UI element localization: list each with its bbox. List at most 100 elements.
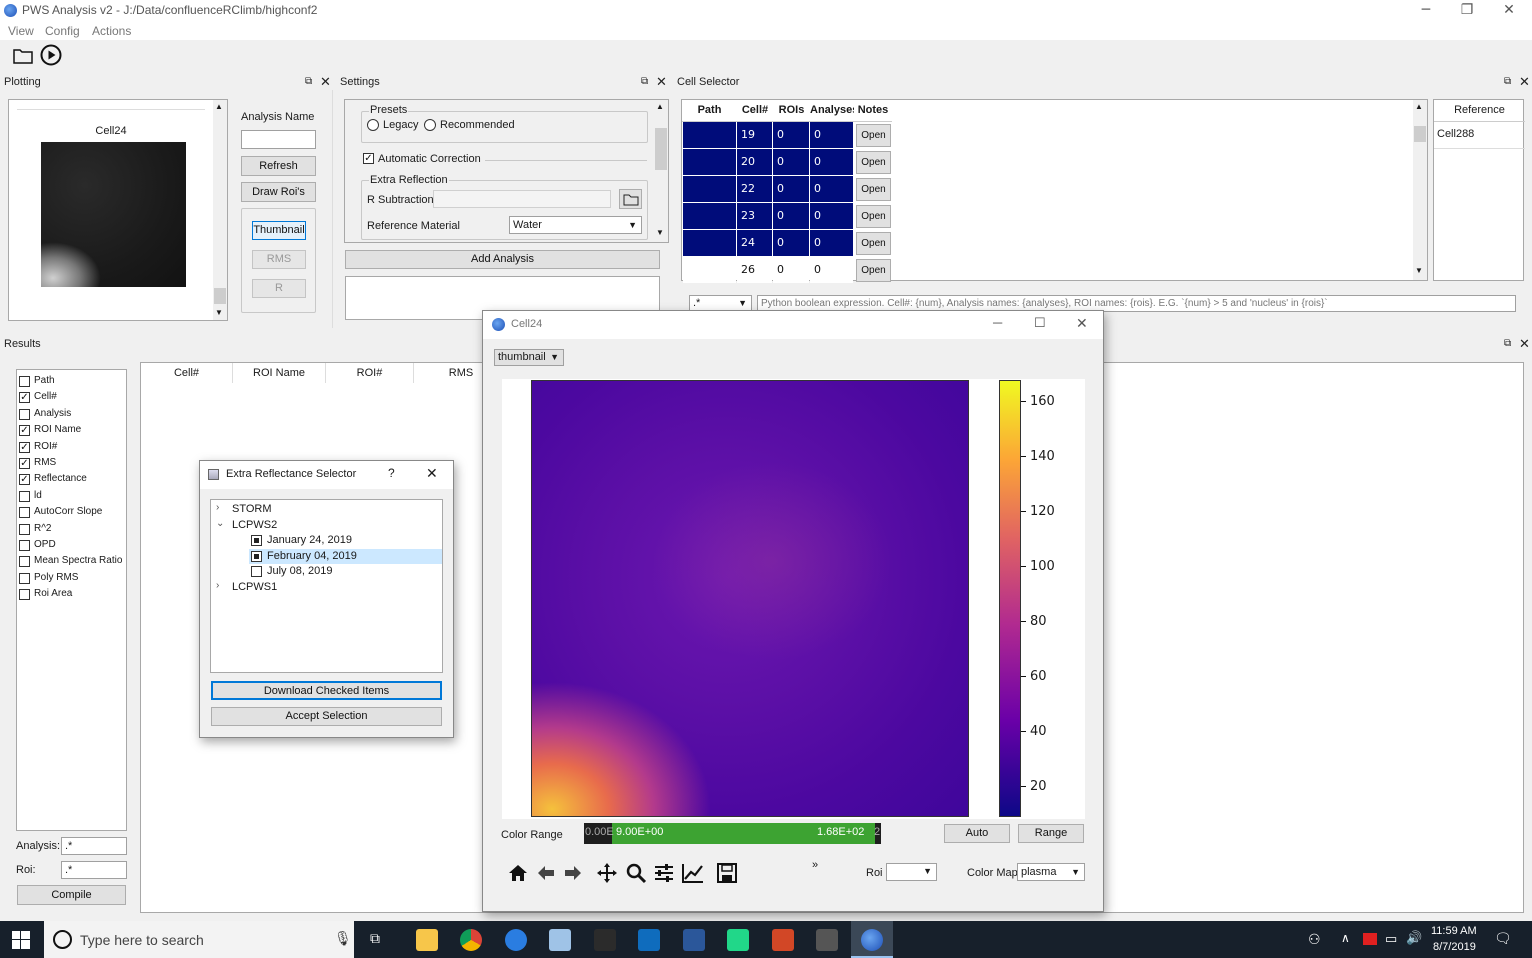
add-analysis-button[interactable]: Add Analysis <box>345 250 660 269</box>
minimize-button[interactable]: ─ <box>1406 0 1446 22</box>
zoom-button[interactable] <box>625 862 647 887</box>
list-item[interactable]: ✓ Reflectance <box>19 473 127 487</box>
word-icon[interactable] <box>683 929 705 951</box>
maps-icon[interactable] <box>505 929 527 951</box>
close-icon[interactable]: ✕ <box>1519 74 1530 90</box>
column-checkbox[interactable] <box>19 572 30 584</box>
people-icon[interactable]: ⚇ <box>1308 931 1321 948</box>
column-checkbox[interactable] <box>19 408 30 420</box>
scroll-up-icon[interactable]: ▲ <box>656 102 664 111</box>
cell-analyses[interactable]: 0 <box>810 122 853 148</box>
configure-subplots-button[interactable] <box>653 862 675 887</box>
tree-item[interactable]: February 04, 2019 <box>249 548 442 564</box>
compile-button[interactable]: Compile <box>17 885 126 905</box>
scroll-up-icon[interactable]: ▲ <box>1415 102 1423 111</box>
open-folder-button[interactable] <box>12 45 34 65</box>
list-item[interactable]: ld <box>19 490 127 504</box>
float-icon[interactable]: ⧉ <box>1504 338 1511 349</box>
cell-path[interactable] <box>683 257 736 283</box>
open-notes-button[interactable]: Open <box>856 259 891 282</box>
dialog-close-button[interactable]: ✕ <box>426 465 438 482</box>
antivirus-icon[interactable] <box>1363 933 1377 945</box>
color-range-slider[interactable]: 0.00E 9.00E+00 1.68E+02 2 <box>584 823 881 844</box>
pws-analysis-taskbar-button[interactable] <box>851 921 893 958</box>
column-checkbox[interactable]: ✓ <box>19 458 30 469</box>
column-checkbox[interactable] <box>19 589 30 601</box>
analysis-name-input[interactable] <box>241 130 316 149</box>
table-row[interactable]: 19 0 0 Open <box>682 122 892 149</box>
tree-item[interactable]: ⌄ LCPWS2 <box>211 518 442 533</box>
cell-rois[interactable]: 0 <box>773 122 809 148</box>
cell-number[interactable]: 24 <box>737 230 772 256</box>
more-tools-button[interactable]: » <box>812 859 818 871</box>
menu-view[interactable]: View <box>8 24 34 38</box>
open-notes-button[interactable]: Open <box>856 151 891 174</box>
cell-number[interactable]: 23 <box>737 203 772 229</box>
cell-rois[interactable]: 0 <box>773 230 809 256</box>
open-notes-button[interactable]: Open <box>856 178 891 201</box>
chevron-right-icon[interactable]: › <box>216 580 219 591</box>
file-explorer-icon[interactable] <box>416 929 438 951</box>
tree-item[interactable]: January 24, 2019 <box>249 533 442 548</box>
col-notes[interactable]: Notes <box>854 104 892 116</box>
cell-analyses[interactable]: 0 <box>810 176 853 202</box>
menu-actions[interactable]: Actions <box>92 24 131 38</box>
list-item[interactable]: ✓ RMS <box>19 457 127 471</box>
analysis-filter-input[interactable]: .* <box>61 837 127 855</box>
col-cell[interactable]: Cell# <box>737 104 773 116</box>
list-item[interactable]: Poly RMS <box>19 572 127 586</box>
refresh-button[interactable]: Refresh <box>241 156 316 176</box>
cell-path[interactable] <box>683 230 736 256</box>
thumbnail-button[interactable]: Thumbnail <box>252 221 306 240</box>
cell-rois[interactable]: 0 <box>773 149 809 175</box>
legacy-radio[interactable] <box>367 119 379 131</box>
scroll-down-icon[interactable]: ▼ <box>656 228 664 237</box>
cell-number[interactable]: 22 <box>737 176 772 202</box>
range-button[interactable]: Range <box>1018 824 1084 843</box>
list-item[interactable]: OPD <box>19 539 127 553</box>
table-row[interactable]: 23 0 0 Open <box>682 203 892 230</box>
list-item[interactable]: Analysis <box>19 408 127 422</box>
cell-rois[interactable]: 0 <box>773 203 809 229</box>
auto-button[interactable]: Auto <box>944 824 1010 843</box>
scroll-up-icon[interactable]: ▲ <box>215 102 223 111</box>
save-button[interactable] <box>716 862 738 887</box>
home-button[interactable] <box>507 863 529 886</box>
python-icon[interactable] <box>594 929 616 951</box>
accept-selection-button[interactable]: Accept Selection <box>211 707 442 726</box>
chrome-icon[interactable] <box>460 929 482 951</box>
reference-cell[interactable]: Cell288 <box>1437 128 1474 140</box>
cell-rois[interactable]: 0 <box>773 257 809 283</box>
microphone-icon[interactable]: 🎙 <box>334 930 352 947</box>
cell-table-scrollbar[interactable]: ▲ ▼ <box>1413 100 1427 280</box>
list-item[interactable]: AutoCorr Slope <box>19 506 127 520</box>
browse-button[interactable] <box>619 189 642 209</box>
tree-item-checkbox[interactable] <box>251 535 262 546</box>
task-view-icon[interactable]: ⧉ <box>370 930 380 947</box>
minimize-button[interactable]: ─ <box>993 315 1002 330</box>
r-subtraction-input[interactable] <box>433 190 611 208</box>
close-icon[interactable]: ✕ <box>656 74 667 90</box>
pycharm-icon[interactable] <box>727 929 749 951</box>
table-row[interactable]: 20 0 0 Open <box>682 149 892 176</box>
cell-analyses[interactable]: 0 <box>810 257 853 283</box>
r-button[interactable]: R <box>252 279 306 298</box>
list-item[interactable]: Roi Area <box>19 588 127 602</box>
tree-item[interactable]: July 08, 2019 <box>249 564 442 579</box>
open-notes-button[interactable]: Open <box>856 124 891 147</box>
draw-rois-button[interactable]: Draw Roi's <box>241 182 316 202</box>
cell-image[interactable] <box>531 380 969 817</box>
cell-path[interactable] <box>683 122 736 148</box>
cell-number[interactable]: 26 <box>737 257 772 283</box>
settings-scrollbar[interactable]: ▲ ▼ <box>654 100 668 242</box>
cell-card[interactable]: Cell24 <box>17 114 205 312</box>
edit-axes-button[interactable] <box>681 862 705 887</box>
column-checkbox[interactable] <box>19 540 30 551</box>
download-checked-button[interactable]: Download Checked Items <box>211 681 442 700</box>
column-checkbox[interactable] <box>19 507 30 519</box>
taskbar-search[interactable]: Type here to search 🎙 <box>44 921 354 958</box>
chevron-down-icon[interactable]: ⌄ <box>216 518 224 529</box>
tree-item-checkbox[interactable] <box>251 566 262 577</box>
chevron-right-icon[interactable]: › <box>216 502 219 513</box>
list-item[interactable]: Mean Spectra Ratio <box>19 555 127 569</box>
